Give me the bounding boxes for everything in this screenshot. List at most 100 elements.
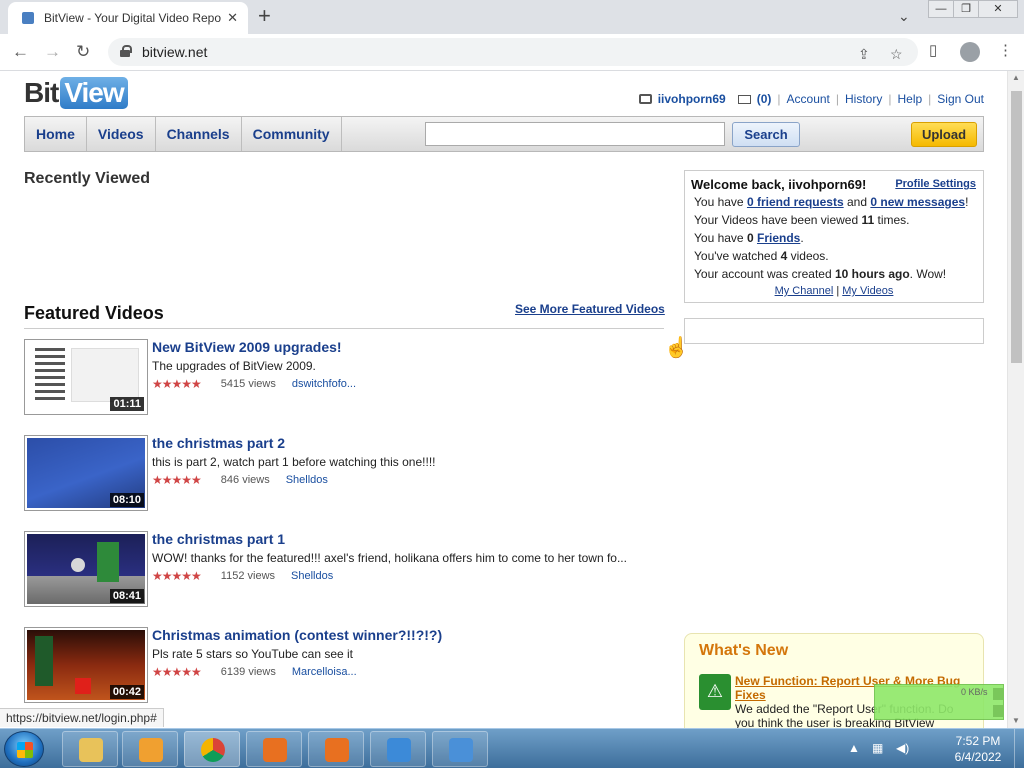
username-link[interactable]: iivohporn69: [658, 92, 726, 106]
scrollbar-thumb[interactable]: [1011, 91, 1022, 363]
empty-panel: [684, 318, 984, 344]
profile-avatar-icon[interactable]: [960, 42, 980, 62]
bitview-logo[interactable]: Bit View: [24, 77, 128, 109]
close-window-icon[interactable]: ✕: [978, 0, 1018, 18]
nav-videos[interactable]: Videos: [87, 117, 156, 151]
forward-arrow-icon[interactable]: →: [44, 42, 61, 62]
video-duration: 00:42: [109, 685, 144, 699]
volume-icon[interactable]: ◀): [896, 741, 909, 755]
show-desktop-button[interactable]: [1014, 729, 1024, 768]
video-author[interactable]: dswitchfofo...: [292, 378, 356, 390]
tray-expand-icon[interactable]: ▲: [848, 741, 860, 755]
start-button[interactable]: [4, 731, 44, 767]
divider: [24, 328, 664, 329]
video-description: this is part 2, watch part 1 before watc…: [152, 455, 436, 469]
video-title[interactable]: the christmas part 1: [152, 531, 285, 547]
welcome-line-friends: You have 0 Friends.: [694, 231, 804, 245]
video-meta: ★★★★★ 1152 views Shelldos: [152, 569, 333, 583]
envelope-icon[interactable]: [737, 94, 751, 104]
video-title[interactable]: Christmas animation (contest winner?!!?!…: [152, 627, 442, 643]
side-panel-icon[interactable]: ▯: [929, 41, 937, 59]
restore-icon[interactable]: ❐: [953, 0, 979, 18]
video-duration: 01:11: [110, 397, 144, 411]
system-clock[interactable]: 7:52 PM 6/4/2022: [938, 733, 1018, 765]
taskbar-screenshot-app[interactable]: [246, 731, 302, 767]
video-thumbnail[interactable]: 01:11: [24, 339, 148, 415]
close-tab-icon[interactable]: ✕: [227, 10, 238, 26]
menu-kebab-icon[interactable]: ⋮: [998, 41, 1013, 59]
taskbar-chrome[interactable]: [184, 731, 240, 767]
video-author[interactable]: Marcelloisa...: [292, 666, 357, 678]
new-tab-icon[interactable]: +: [258, 5, 271, 27]
video-item: 01:11 New BitView 2009 upgrades! The upg…: [24, 339, 664, 417]
tab-title: BitView - Your Digital Video Repository: [44, 11, 221, 25]
scroll-down-icon[interactable]: ▼: [1012, 716, 1020, 725]
address-bar[interactable]: bitview.net ⇪ ☆: [108, 38, 918, 66]
back-arrow-icon[interactable]: ←: [12, 42, 29, 62]
scroll-up-icon[interactable]: ▲: [1012, 73, 1020, 82]
profile-settings-link[interactable]: Profile Settings: [895, 178, 976, 190]
clock-time: 7:52 PM: [955, 734, 1001, 748]
minimize-icon[interactable]: —: [928, 0, 954, 18]
video-duration: 08:10: [109, 493, 144, 507]
video-author[interactable]: Shelldos: [291, 570, 333, 582]
network-speed: 0 KB/s: [961, 687, 988, 697]
chrome-icon: [201, 738, 225, 762]
nav-home[interactable]: Home: [25, 117, 87, 151]
reload-icon[interactable]: ↻: [76, 42, 90, 62]
history-link[interactable]: History: [845, 92, 882, 106]
logo-bit: Bit: [24, 77, 59, 108]
screenshot-icon: [263, 738, 287, 762]
upload-button[interactable]: Upload: [911, 122, 977, 147]
video-views: 5415 views: [220, 378, 276, 390]
friend-requests-link[interactable]: 0 friend requests: [747, 195, 844, 209]
control-panel-icon: [449, 738, 473, 762]
friends-link[interactable]: Friends: [757, 231, 800, 245]
help-link[interactable]: Help: [897, 92, 922, 106]
my-videos-link[interactable]: My Videos: [842, 285, 893, 297]
rating-stars-icon: ★★★★★: [152, 473, 202, 487]
warning-icon: ⚠: [699, 674, 731, 710]
screen: BitView - Your Digital Video Repository …: [0, 0, 1024, 768]
sign-out-link[interactable]: Sign Out: [937, 92, 984, 106]
video-title[interactable]: New BitView 2009 upgrades!: [152, 339, 342, 355]
rating-stars-icon: ★★★★★: [152, 569, 202, 583]
search-input[interactable]: [425, 122, 725, 146]
camera-icon: [325, 738, 349, 762]
video-title[interactable]: the christmas part 2: [152, 435, 285, 451]
webpage: Bit View iivohporn69 (0) | Account | His…: [0, 71, 1007, 728]
video-thumbnail[interactable]: 08:10: [24, 435, 148, 511]
clock-date: 6/4/2022: [954, 750, 1002, 764]
browser-tab[interactable]: BitView - Your Digital Video Repository …: [8, 2, 248, 34]
share-icon[interactable]: ⇪: [858, 46, 870, 63]
account-link[interactable]: Account: [787, 92, 830, 106]
search-button[interactable]: Search: [732, 122, 800, 147]
new-messages-link[interactable]: 0 new messages: [870, 195, 965, 209]
network-speed-widget[interactable]: 0 KB/s: [874, 684, 1004, 720]
nav-community[interactable]: Community: [242, 117, 342, 151]
folder-icon: [79, 738, 103, 762]
nav-channels[interactable]: Channels: [156, 117, 242, 151]
taskbar-explorer[interactable]: [62, 731, 118, 767]
welcome-line-created: Your account was created 10 hours ago. W…: [694, 267, 947, 281]
address-url: bitview.net: [142, 44, 208, 60]
taskbar-camera-app[interactable]: [308, 731, 364, 767]
welcome-line-views: Your Videos have been viewed 11 times.: [694, 213, 910, 227]
video-thumbnail[interactable]: 08:41: [24, 531, 148, 607]
video-author[interactable]: Shelldos: [286, 474, 328, 486]
taskbar-control-panel[interactable]: [432, 731, 488, 767]
video-thumbnail[interactable]: 00:42: [24, 627, 148, 703]
taskbar-security-app[interactable]: [370, 731, 426, 767]
my-channel-link[interactable]: My Channel: [775, 285, 834, 297]
page-scrollbar[interactable]: ▲ ▼: [1007, 71, 1024, 728]
user-bar: iivohporn69 (0) | Account | History | He…: [638, 92, 984, 106]
bookmark-star-icon[interactable]: ☆: [890, 46, 903, 63]
taskbar-media-player[interactable]: [122, 731, 178, 767]
welcome-line-requests: You have 0 friend requests and 0 new mes…: [694, 195, 969, 209]
see-more-featured-link[interactable]: See More Featured Videos: [515, 302, 665, 316]
message-count[interactable]: (0): [757, 92, 772, 106]
chevron-down-icon[interactable]: ⌄: [898, 8, 910, 25]
bitview-favicon-icon: [22, 12, 34, 24]
welcome-line-watched: You've watched 4 videos.: [694, 249, 829, 263]
network-icon[interactable]: ▦: [872, 741, 883, 755]
